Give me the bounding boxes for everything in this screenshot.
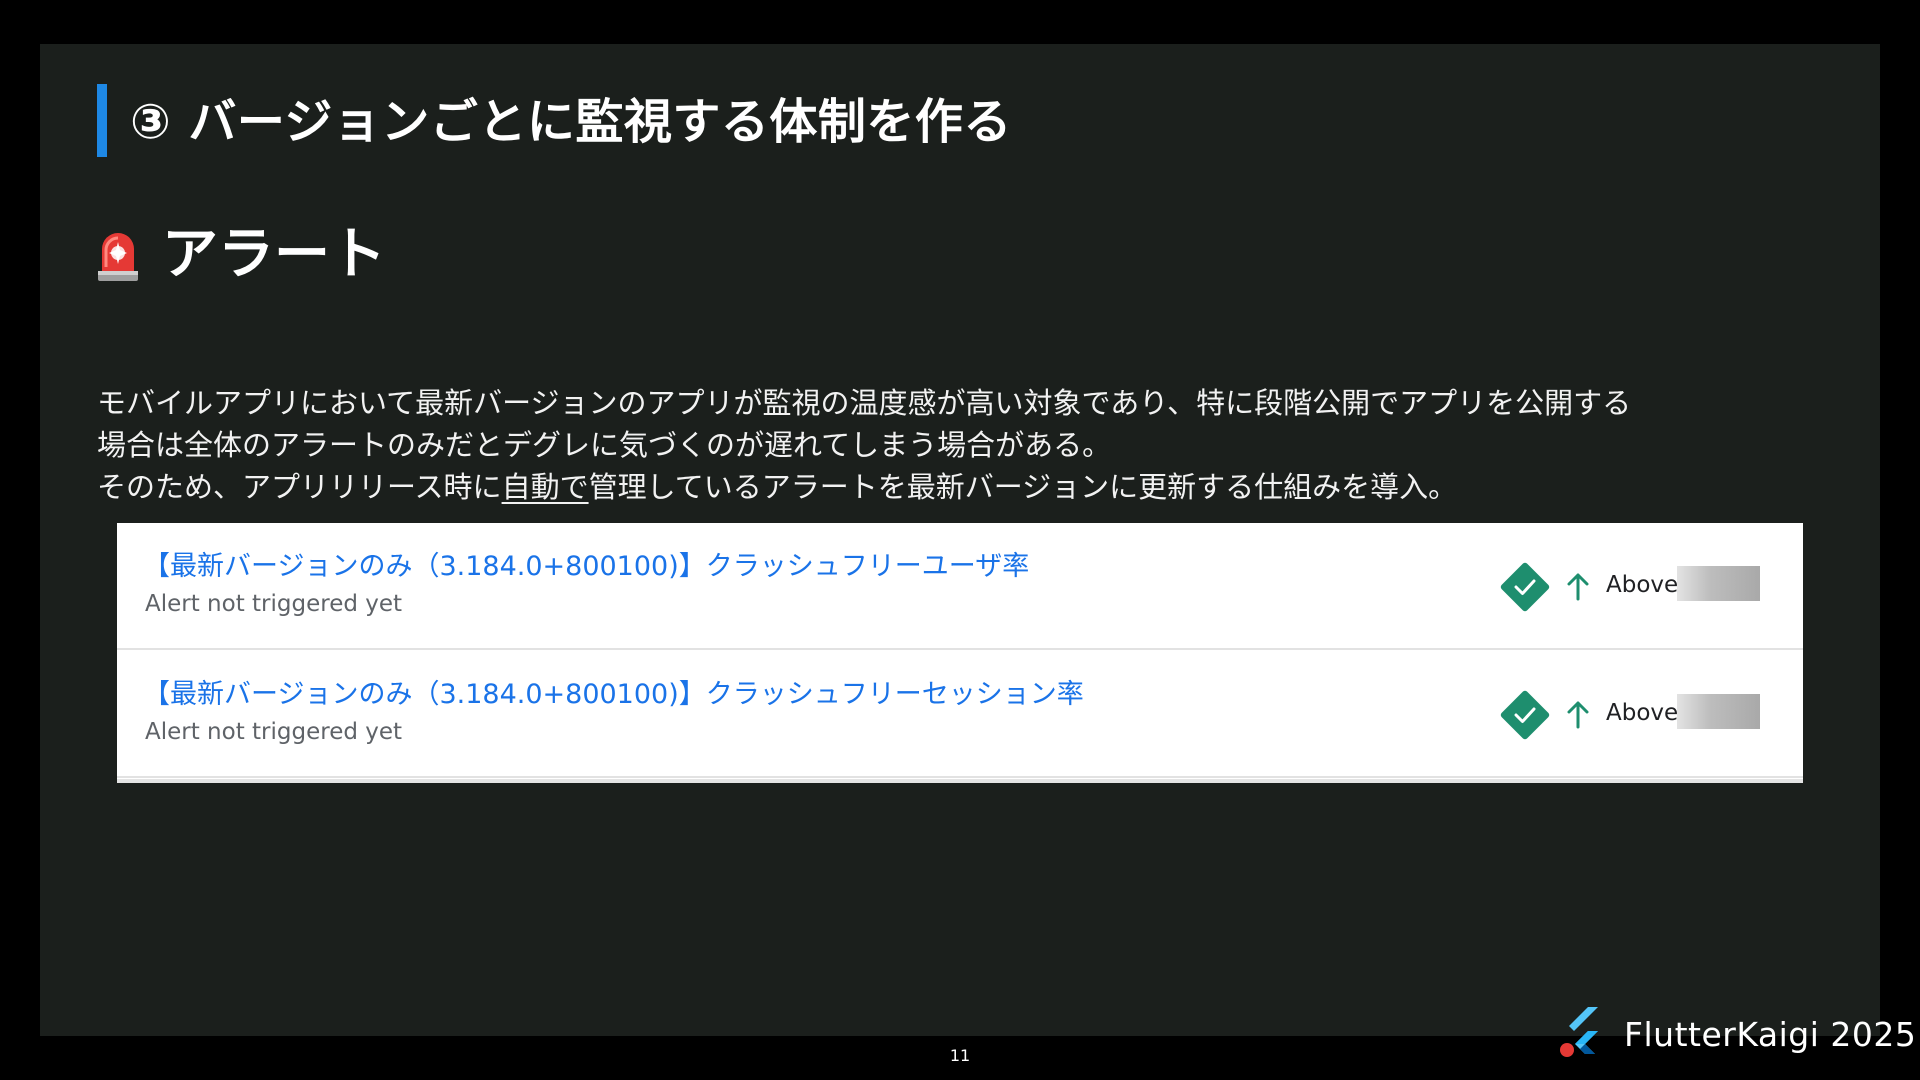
- description-line: そのため、アプリリリース時に自動で管理しているアラートを最新バージョンに更新する…: [97, 466, 1837, 508]
- redacted-threshold: [1677, 694, 1760, 729]
- alert-row[interactable]: 【最新バージョンのみ（3.184.0+800100)】クラッシュフリーセッション…: [117, 651, 1803, 778]
- alert-status: Alert not triggered yet: [145, 719, 403, 745]
- slide: ③ バージョンごとに監視する体制を作る アラート モバイルアプリにおいて最新バー…: [40, 44, 1916, 1057]
- check-diamond-icon: [1497, 687, 1553, 743]
- arrow-up-icon: [1565, 699, 1591, 729]
- description: モバイルアプリにおいて最新バージョンのアプリが監視の温度感が高い対象であり、特に…: [97, 382, 1837, 508]
- siren-icon: [96, 227, 140, 283]
- arrow-up-icon: [1565, 571, 1591, 601]
- check-diamond-icon: [1497, 559, 1553, 615]
- description-text: そのため、アプリリリース時に: [97, 470, 502, 504]
- alert-condition: Above: [1606, 572, 1679, 598]
- alert-status: Alert not triggered yet: [145, 591, 403, 617]
- alert-condition: Above: [1606, 700, 1679, 726]
- alert-list-screenshot: 【最新バージョンのみ（3.184.0+800100)】クラッシュフリーユーザ率 …: [117, 523, 1803, 783]
- description-line: 場合は全体のアラートのみだとデグレに気づくのが遅れてしまう場合がある。: [97, 428, 1112, 462]
- alert-name-link[interactable]: 【最新バージョンのみ（3.184.0+800100)】クラッシュフリーユーザ率: [143, 549, 1029, 585]
- description-line: モバイルアプリにおいて最新バージョンのアプリが監視の温度感が高い対象であり、特に…: [97, 386, 1632, 420]
- alert-row[interactable]: 【最新バージョンのみ（3.184.0+800100)】クラッシュフリーユーザ率 …: [117, 523, 1803, 650]
- alert-name-link[interactable]: 【最新バージョンのみ（3.184.0+800100)】クラッシュフリーセッション…: [143, 677, 1084, 713]
- slide-title: ③ バージョンごとに監視する体制を作る: [130, 94, 1012, 150]
- redacted-threshold: [1677, 566, 1760, 601]
- description-text: 管理しているアラートを最新バージョンに更新する仕組みを導入。: [588, 470, 1458, 504]
- description-emphasis: 自動で: [501, 470, 589, 504]
- section-title: アラート: [162, 222, 386, 287]
- section-header: アラート: [96, 220, 386, 290]
- page-number: 11: [949, 1046, 971, 1065]
- title-accent-bar: [97, 84, 107, 157]
